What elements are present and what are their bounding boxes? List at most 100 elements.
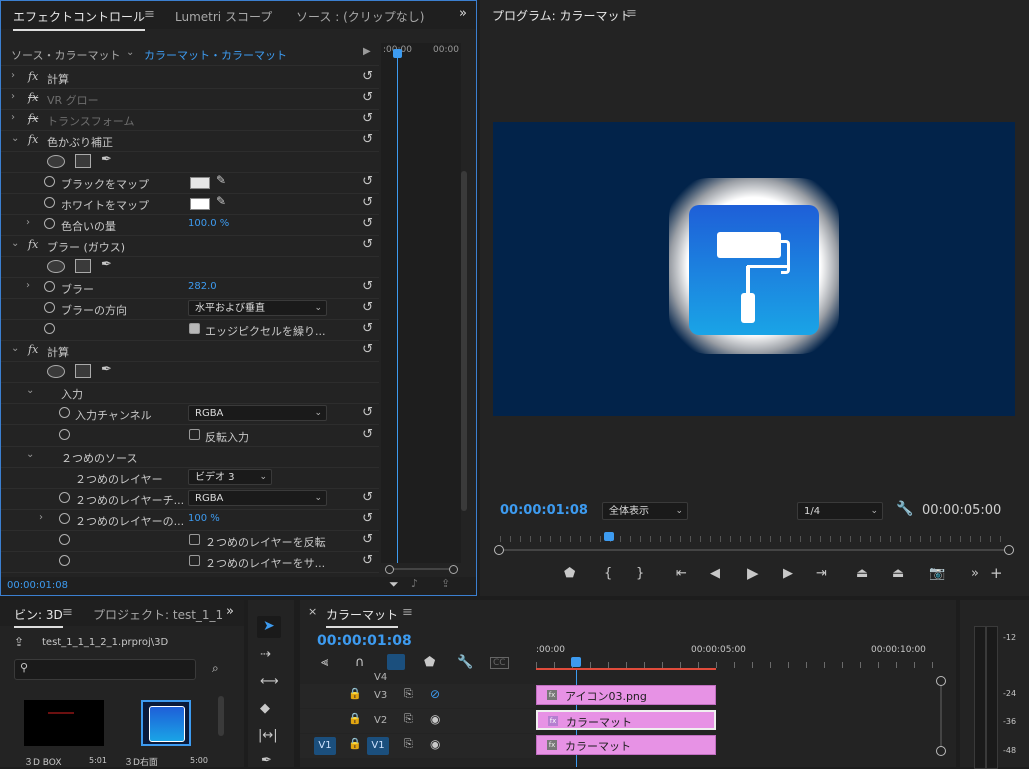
eye-icon[interactable]: ◉ (430, 712, 440, 726)
track-header-v3[interactable]: 🔒 V3 ⎘ ⊘ (300, 684, 536, 708)
param-value[interactable]: 282.0 (188, 281, 217, 292)
eye-icon[interactable]: ◉ (430, 737, 440, 751)
track-select-icon[interactable]: ⇢ (260, 647, 271, 662)
expand-chevron-icon[interactable]: › (26, 280, 30, 291)
step-back-icon[interactable]: ◀ (710, 566, 720, 581)
param-row-invert-second[interactable]: ２つめのレイヤーを反転 ↺ (1, 530, 379, 552)
wrench-settings-icon[interactable]: 🔧 (896, 501, 913, 517)
param-row-tint-amount[interactable]: › 色合いの量 100.0 % ↺ (1, 214, 379, 236)
ec-zoom-scrollbar[interactable] (385, 565, 458, 574)
reset-icon[interactable]: ↺ (362, 342, 373, 357)
go-to-in-icon[interactable]: ⇤ (676, 566, 687, 581)
reset-icon[interactable]: ↺ (362, 405, 373, 420)
pen-mask-icon[interactable]: ✒ (101, 257, 112, 272)
reset-icon[interactable]: ↺ (362, 132, 373, 147)
slip-icon[interactable]: |↔| (258, 728, 278, 743)
lift-icon[interactable]: ⏏ (856, 566, 868, 581)
tab-source[interactable]: ソース : (クリップなし) (296, 8, 424, 25)
effect-row-calc2[interactable]: ⌄ fx 計算 ↺ (1, 340, 379, 362)
ripple-edit-icon[interactable]: ⟷ (260, 674, 279, 689)
close-icon[interactable]: × (308, 605, 317, 618)
fx-disabled-icon[interactable]: fx (28, 112, 38, 125)
reset-icon[interactable]: ↺ (362, 216, 373, 231)
param-row-blurriness[interactable]: › ブラー 282.0 ↺ (1, 277, 379, 299)
stopwatch-icon[interactable] (59, 429, 70, 440)
ellipse-mask-icon[interactable] (47, 365, 65, 378)
stopwatch-icon[interactable] (59, 407, 70, 418)
reset-icon[interactable]: ↺ (362, 321, 373, 336)
color-swatch-black[interactable] (190, 177, 210, 189)
invert-second-checkbox[interactable] (189, 534, 200, 545)
extract-icon[interactable]: ⏏ (892, 566, 904, 581)
reset-icon[interactable]: ↺ (362, 300, 373, 315)
param-row-edge-pixels[interactable]: エッジピクセルを繰り... ↺ (1, 319, 379, 341)
reset-icon[interactable]: ↺ (362, 111, 373, 126)
effect-row-tint[interactable]: ⌄ fx 色かぶり補正 ↺ (1, 130, 379, 152)
track-header-v4[interactable]: V4 (300, 672, 536, 684)
param-row-map-white[interactable]: ホワイトをマップ ✎ ↺ (1, 193, 379, 215)
ellipse-mask-icon[interactable] (47, 260, 65, 273)
param-row-invert-input[interactable]: 反転入力 ↺ (1, 425, 379, 447)
program-video-frame[interactable] (493, 122, 1015, 416)
effect-row-vr-glow[interactable]: › fx VR グロー ↺ (1, 88, 379, 110)
bin-search-input[interactable]: ⚲ (14, 659, 196, 680)
stopwatch-icon[interactable] (44, 323, 55, 334)
param-row-map-black[interactable]: ブラックをマップ ✎ ↺ (1, 172, 379, 194)
ec-playhead[interactable] (397, 49, 398, 563)
timeline-sequence-title[interactable]: カラーマット (326, 606, 399, 628)
add-marker-icon[interactable]: ⬟ (424, 655, 435, 670)
stopwatch-icon[interactable] (44, 281, 55, 292)
program-scrubbar[interactable] (494, 532, 1014, 556)
add-marker-icon[interactable]: ⬟ (564, 566, 575, 581)
reset-icon[interactable]: ↺ (362, 195, 373, 210)
panel-menu-icon[interactable]: ≡ (62, 605, 73, 620)
param-row-second-layer-size[interactable]: ２つめのレイヤーをサ... ↺ (1, 551, 379, 573)
ec-scrollbar[interactable] (461, 171, 467, 511)
sync-lock-icon[interactable]: ⎘ (404, 737, 413, 751)
param-row-second-layer-opacity[interactable]: › ２つめのレイヤーの... 100 % ↺ (1, 509, 379, 531)
fx-badge-icon[interactable]: fx (28, 238, 38, 251)
rectangle-mask-icon[interactable] (75, 259, 91, 273)
eye-hidden-icon[interactable]: ⊘ (430, 687, 440, 701)
timeline-timecode[interactable]: 00:00:01:08 (317, 633, 412, 649)
overflow-chevron-icon[interactable]: » (226, 604, 234, 619)
step-forward-icon[interactable]: ▶ (783, 566, 793, 581)
collapse-chevron-icon[interactable]: ⌄ (11, 133, 19, 144)
clip-v2-color-matte[interactable]: fx カラーマット (536, 710, 716, 730)
work-area-bar[interactable] (536, 668, 716, 670)
reset-icon[interactable]: ↺ (362, 490, 373, 505)
clip-label[interactable]: カラーマット・カラーマット (144, 47, 287, 63)
pen-mask-icon[interactable]: ✒ (101, 362, 112, 377)
reset-icon[interactable]: ↺ (362, 174, 373, 189)
panel-menu-icon[interactable]: ≡ (402, 605, 413, 620)
find-icon[interactable]: ⌕ (212, 661, 219, 676)
effect-row-transform[interactable]: › fx トランスフォーム ↺ (1, 109, 379, 131)
ec-playhead-head[interactable] (393, 49, 402, 58)
param-row-second-layer-channel[interactable]: ２つめのレイヤーチ... RGBA ⌄ ↺ (1, 488, 379, 510)
input-channel-dropdown[interactable]: RGBA ⌄ (188, 405, 327, 421)
stretch-second-checkbox[interactable] (189, 555, 200, 566)
ec-timecode[interactable]: 00:00:01:08 (7, 580, 68, 591)
eyedropper-icon[interactable]: ✎ (216, 194, 226, 208)
stopwatch-icon[interactable] (44, 197, 55, 208)
sync-lock-icon[interactable]: ⎘ (404, 687, 413, 701)
timeline-vertical-zoom[interactable] (936, 676, 946, 756)
reset-icon[interactable]: ↺ (362, 532, 373, 547)
reset-icon[interactable]: ↺ (362, 69, 373, 84)
collapse-chevron-icon[interactable]: ⌄ (11, 343, 19, 354)
second-layer-channel-dropdown[interactable]: RGBA ⌄ (188, 490, 327, 506)
lock-icon[interactable]: 🔒 (348, 687, 362, 700)
captions-icon[interactable]: CC (490, 657, 509, 669)
play-icon[interactable]: ▶ (747, 564, 759, 582)
zoom-handle-bottom[interactable] (936, 746, 946, 756)
fx-badge-icon[interactable]: fx (28, 343, 38, 356)
panel-menu-icon[interactable]: ≡ (144, 7, 155, 22)
lock-icon[interactable]: 🔒 (348, 737, 362, 750)
bin-scrollbar[interactable] (218, 696, 224, 736)
expand-chevron-icon[interactable]: › (11, 112, 15, 123)
zoom-handle-left[interactable] (385, 565, 394, 574)
pen-mask-icon[interactable]: ✒ (101, 152, 112, 167)
clip-v1-color-matte[interactable]: fx カラーマット (536, 735, 716, 755)
reset-icon[interactable]: ↺ (362, 511, 373, 526)
export-frame-camera-icon[interactable]: 📷 (929, 566, 945, 581)
